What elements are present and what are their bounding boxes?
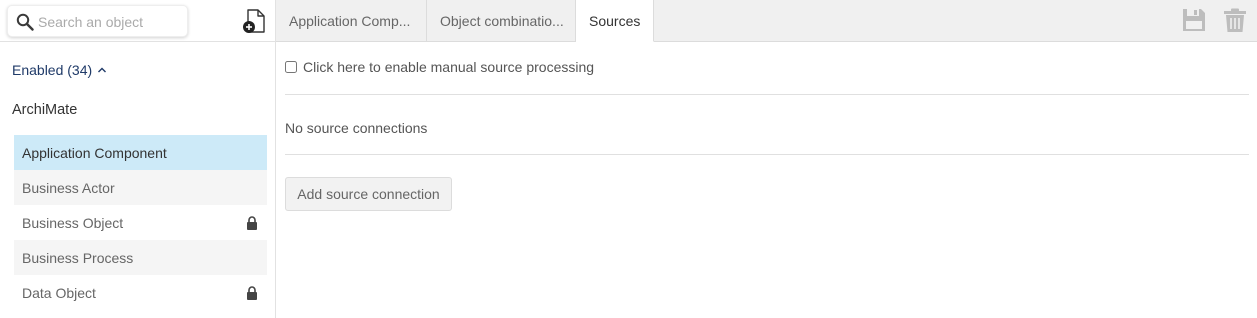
list-item-label: Data Object [22, 284, 96, 301]
divider [285, 94, 1249, 95]
tab-label: Object combinatio... [440, 13, 564, 29]
search-icon [16, 13, 34, 31]
list-item[interactable]: Data Object [14, 275, 267, 310]
app-window: Enabled (34) ArchiMate Application Compo… [0, 0, 1257, 318]
chevron-up-icon [98, 67, 107, 73]
sidebar-toolbar [0, 0, 275, 42]
lock-icon [247, 285, 257, 300]
list-item[interactable]: Business Process [14, 240, 267, 275]
manual-processing-checkbox[interactable] [285, 61, 297, 73]
group-heading: ArchiMate [12, 102, 78, 118]
tab-label: Sources [589, 12, 641, 29]
object-type-list: Application Component Business Actor Bus… [14, 135, 267, 310]
sidebar: Enabled (34) ArchiMate Application Compo… [0, 0, 276, 318]
tab-sources[interactable]: Sources [576, 0, 654, 42]
list-item[interactable]: Business Actor [14, 170, 267, 205]
trash-icon[interactable] [1222, 7, 1248, 33]
save-icon[interactable] [1181, 7, 1207, 33]
list-item-label: Business Object [22, 214, 124, 231]
add-source-connection-button[interactable]: Add source connection [285, 177, 452, 211]
divider [285, 154, 1249, 155]
search-input[interactable] [38, 11, 183, 33]
tab-application-component[interactable]: Application Comp... [276, 0, 427, 42]
list-item[interactable]: Business Object [14, 205, 267, 240]
lock-icon [247, 215, 257, 230]
manual-processing-label: Click here to enable manual source proce… [303, 59, 595, 75]
list-item-label: Application Component [22, 144, 167, 161]
enabled-label: Enabled (34) [12, 62, 93, 78]
enabled-toggle[interactable]: Enabled (34) [12, 60, 107, 80]
tab-label: Application Comp... [289, 13, 411, 29]
tab-bar: Application Comp... Object combinatio...… [276, 0, 1257, 42]
list-item[interactable]: Application Component [14, 135, 267, 170]
new-object-icon[interactable] [241, 8, 267, 34]
no-sources-message: No source connections [285, 120, 428, 136]
search-box[interactable] [7, 5, 188, 37]
manual-processing-option[interactable]: Click here to enable manual source proce… [285, 59, 594, 75]
list-item-label: Business Actor [22, 179, 115, 196]
tab-object-combinations[interactable]: Object combinatio... [427, 0, 576, 42]
list-item-label: Business Process [22, 249, 134, 266]
